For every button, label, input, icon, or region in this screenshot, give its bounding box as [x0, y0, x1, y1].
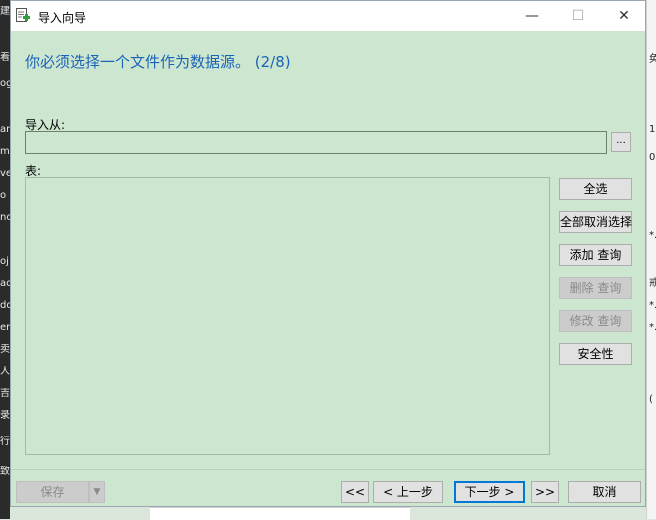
- minimize-button[interactable]: —: [509, 1, 555, 31]
- maximize-button: ☐: [555, 1, 601, 31]
- chevron-down-icon: ▼: [93, 487, 101, 497]
- tables-list[interactable]: [25, 177, 550, 455]
- previous-button[interactable]: < 上一步: [373, 481, 443, 503]
- background-app-right-edge: 奂 10 0 *. 戒 *. *. (: [646, 0, 656, 519]
- browse-button[interactable]: ...: [611, 132, 631, 152]
- modify-query-button: 修改 查询: [559, 310, 632, 332]
- import-wizard-window: 导入向导 — ☐ ✕ 你必须选择一个文件作为数据源。 (2/8) 导入从: ..…: [10, 0, 646, 507]
- select-all-button[interactable]: 全选: [559, 178, 632, 200]
- step-heading: 你必须选择一个文件作为数据源。 (2/8): [25, 53, 291, 71]
- deselect-all-button[interactable]: 全部取消选择: [559, 211, 632, 233]
- title-bar: 导入向导 — ☐ ✕: [11, 1, 645, 31]
- next-button[interactable]: 下一步 >: [454, 481, 525, 503]
- first-step-button[interactable]: <<: [341, 481, 369, 503]
- security-button[interactable]: 安全性: [559, 343, 632, 365]
- import-from-input[interactable]: [25, 131, 607, 154]
- maximize-icon: ☐: [571, 8, 585, 24]
- close-button[interactable]: ✕: [601, 1, 647, 31]
- import-document-icon: [16, 8, 30, 22]
- save-button: 保存: [16, 481, 89, 503]
- minimize-icon: —: [525, 8, 539, 24]
- last-step-button[interactable]: >>: [531, 481, 559, 503]
- save-dropdown-button: ▼: [89, 481, 105, 503]
- add-query-button[interactable]: 添加 查询: [559, 244, 632, 266]
- delete-query-button: 删除 查询: [559, 277, 632, 299]
- cancel-button[interactable]: 取消: [568, 481, 641, 503]
- background-app-left-edge: 建 着 og ar m ve o no oj ac do er 卖 人 吉 录 …: [0, 0, 10, 519]
- window-title: 导入向导: [38, 11, 87, 25]
- close-icon: ✕: [618, 8, 630, 24]
